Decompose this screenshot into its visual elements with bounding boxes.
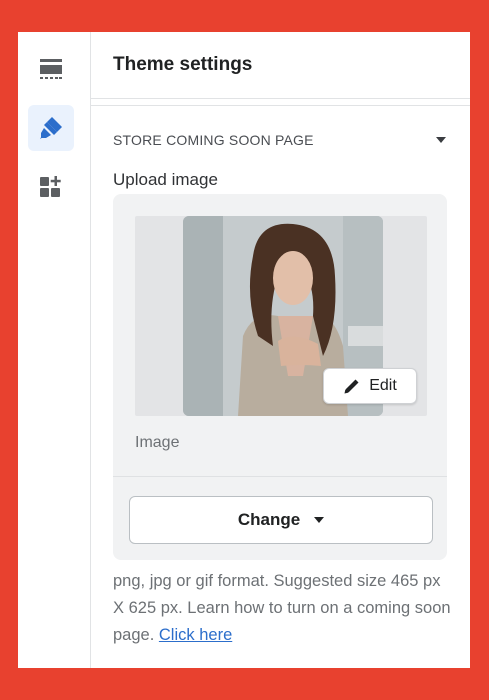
- settings-content: Theme settings STORE COMING SOON PAGE Up…: [91, 32, 470, 668]
- help-text: png, jpg or gif format. Suggested size 4…: [113, 568, 453, 649]
- apps-add-icon: [40, 176, 61, 197]
- header-divider: [91, 99, 470, 106]
- change-button-label: Change: [237, 510, 301, 529]
- help-link[interactable]: Click here: [159, 626, 232, 644]
- theme-editor-panel: Theme settings STORE COMING SOON PAGE Up…: [18, 32, 470, 668]
- page-title: Theme settings: [113, 54, 253, 75]
- caret-down-icon: [314, 517, 325, 523]
- theme-brush-icon: [40, 117, 62, 139]
- upload-image-label: Upload image: [113, 170, 218, 189]
- sidebar-item-sections[interactable]: [28, 46, 74, 92]
- chevron-down-icon: [436, 137, 446, 143]
- change-image-button[interactable]: Change: [129, 496, 433, 544]
- card-divider: [113, 476, 447, 477]
- edit-button-label: Edit: [369, 377, 397, 394]
- sidebar-item-theme-settings[interactable]: [28, 105, 74, 151]
- section-title: STORE COMING SOON PAGE: [113, 132, 314, 148]
- image-preview-area: Edit: [135, 216, 427, 416]
- section-toggle[interactable]: STORE COMING SOON PAGE: [91, 106, 470, 148]
- sidebar-rail: [18, 32, 91, 668]
- sidebar-item-apps[interactable]: [28, 164, 74, 210]
- edit-image-button[interactable]: Edit: [323, 368, 417, 404]
- image-picker-card: Edit Image Change: [113, 194, 447, 560]
- image-caption: Image: [135, 434, 180, 451]
- pencil-icon: [344, 379, 359, 394]
- sections-icon: [40, 59, 62, 79]
- panel-header: Theme settings: [91, 32, 470, 99]
